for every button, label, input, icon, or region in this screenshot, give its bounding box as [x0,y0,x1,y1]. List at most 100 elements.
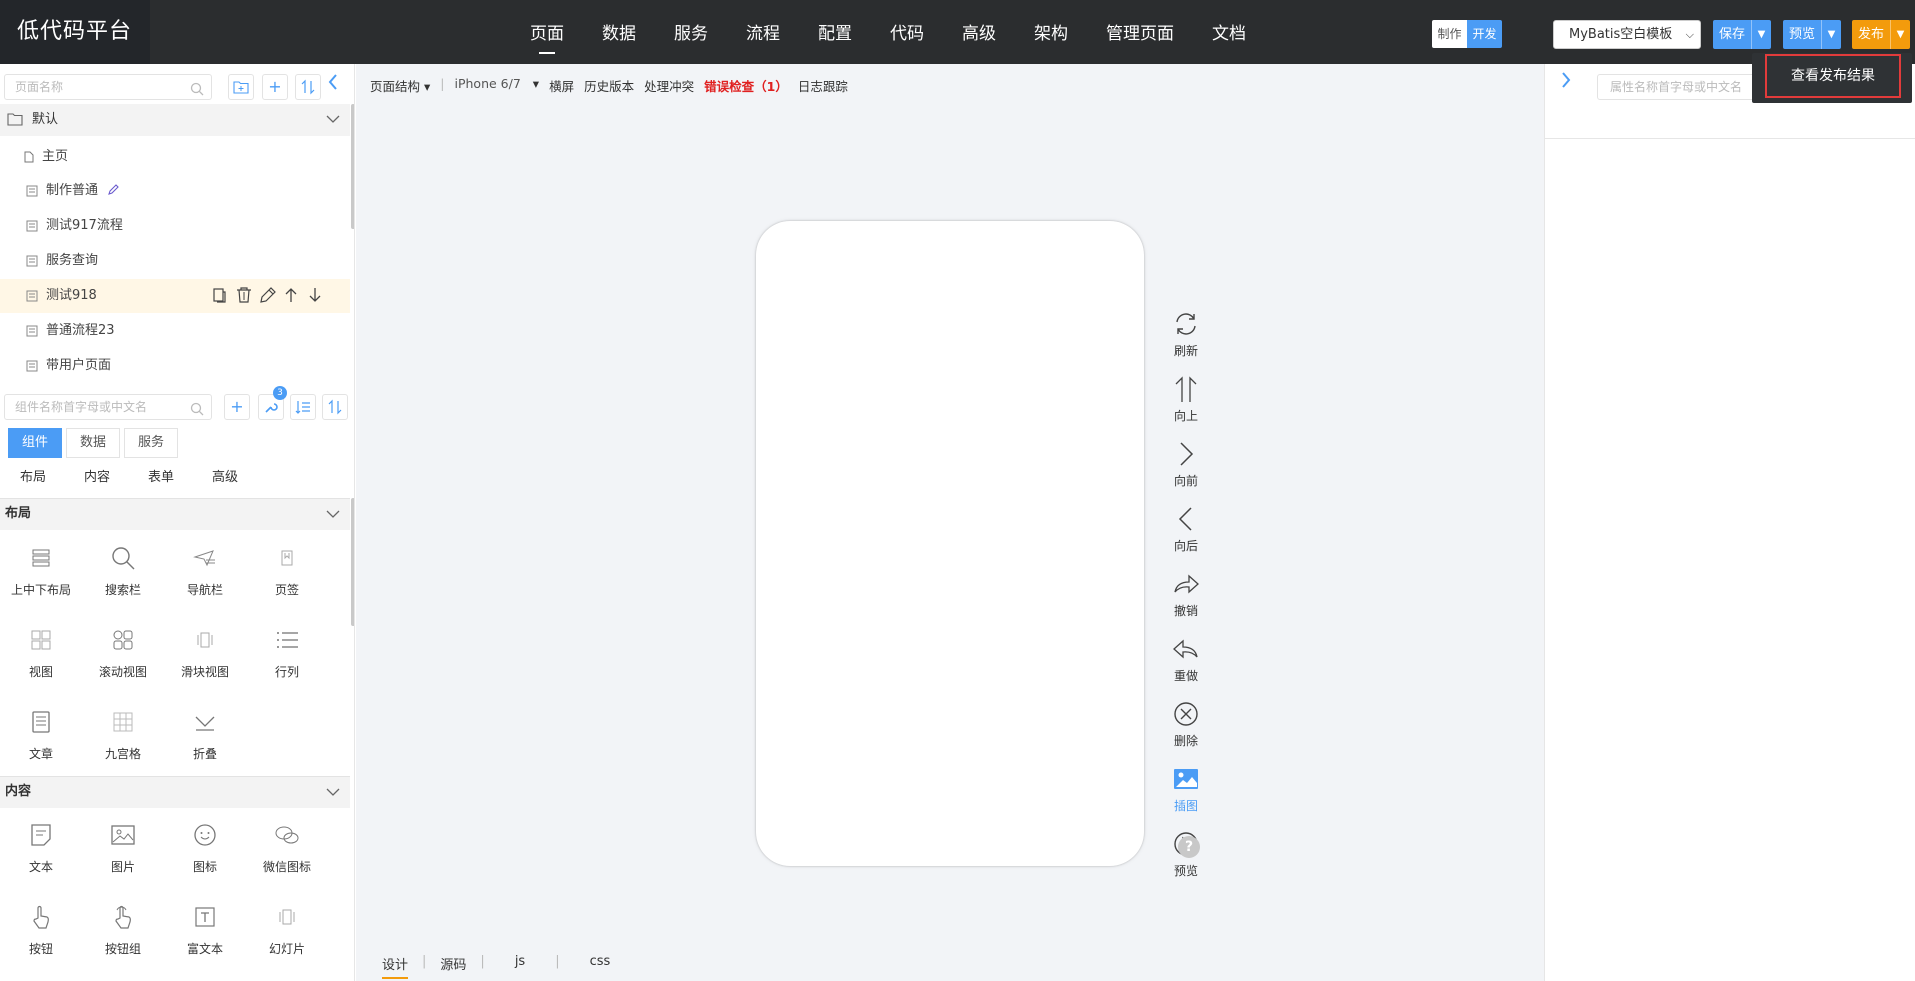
nav-item-page[interactable]: 页面 [530,0,564,64]
pencil-icon[interactable] [107,184,119,200]
history-button[interactable]: 历史版本 [584,76,634,95]
edit-icon[interactable] [259,287,283,305]
component-slider-view[interactable]: 滑块视图 [164,621,246,691]
component-fold[interactable]: 折叠 [164,703,246,773]
move-up-button[interactable]: 向上 [1164,375,1208,425]
component-wechat-icon[interactable]: 微信图标 [246,816,328,886]
preview-button[interactable]: 预览 [1783,20,1821,49]
page-structure-dropdown[interactable]: 页面结构 ▾ [370,76,430,95]
page-item[interactable]: 带用户页面 [0,349,350,383]
component-list-scrollbar[interactable] [351,498,354,626]
tab-services[interactable]: 服务 [124,428,179,458]
nav-item-admin-pages[interactable]: 管理页面 [1106,0,1174,64]
nav-item-data[interactable]: 数据 [602,0,636,64]
template-select[interactable]: MyBatis空白模板 ⌵ [1553,20,1701,49]
log-tracking-button[interactable]: 日志跟踪 [798,76,848,95]
component-button-group[interactable]: 按钮组 [82,898,164,968]
add-component-button[interactable]: + [224,394,250,420]
page-item[interactable]: 制作普通 [0,174,350,208]
list-order-button[interactable] [290,394,316,420]
caret-down-icon[interactable]: ▾ [533,76,539,95]
page-icon [26,360,38,376]
redo-button[interactable]: 重做 [1164,635,1208,685]
page-item[interactable]: 测试917流程 [0,209,350,243]
page-item-home[interactable]: 主页 [0,140,350,174]
save-button[interactable]: 保存 [1713,20,1751,49]
tab-js[interactable]: js [515,954,525,979]
component-rich-text[interactable]: 富文本 [164,898,246,968]
component-icon[interactable]: 图标 [164,816,246,886]
insert-image-button[interactable]: 插图 [1164,765,1208,815]
nav-item-architecture[interactable]: 架构 [1034,0,1068,64]
wrench-button[interactable]: 3 [258,386,287,420]
component-article[interactable]: 文章 [0,703,82,773]
component-rows[interactable]: 行列 [246,621,328,691]
delete-button[interactable]: 删除 [1164,700,1208,750]
tab-css[interactable]: css [590,954,611,979]
device-select[interactable]: iPhone 6/7 [455,76,521,95]
copy-icon[interactable] [211,287,235,305]
view-publish-result-item[interactable]: 查看发布结果 [1765,54,1901,98]
landscape-button[interactable]: 横屏 [549,76,574,95]
add-folder-button[interactable] [228,74,254,100]
undo-button[interactable]: 撤销 [1164,570,1208,620]
expand-right-panel-icon[interactable] [1561,72,1571,93]
move-up-icon[interactable] [283,287,307,305]
chevron-down-icon: ⌵ [1685,28,1694,41]
nav-item-advanced[interactable]: 高级 [962,0,996,64]
phone-preview-frame[interactable] [756,221,1144,866]
move-down-icon[interactable] [307,287,331,305]
nav-item-service[interactable]: 服务 [674,0,708,64]
mode-dev-button[interactable]: 开发 [1467,20,1502,48]
subtab-advanced[interactable]: 高级 [212,466,238,485]
publish-dropdown-caret-icon[interactable]: ▼ [1890,20,1910,49]
tab-data[interactable]: 数据 [66,428,121,458]
tab-components[interactable]: 组件 [8,428,63,458]
component-navbar[interactable]: 导航栏 [164,539,246,609]
page-item[interactable]: 服务查询 [0,244,350,278]
component-tabs[interactable]: 页签 [246,539,328,609]
tab-source[interactable]: 源码 [440,954,466,979]
preview-dropdown-caret-icon[interactable]: ▼ [1821,20,1841,49]
section-content-header[interactable]: 内容 [0,776,350,808]
subtab-form[interactable]: 表单 [148,466,174,485]
page-group-default[interactable]: 默认 [0,104,350,136]
component-button[interactable]: 按钮 [0,898,82,968]
page-item-label: 普通流程23 [46,323,115,338]
component-nine-grid[interactable]: 九宫格 [82,703,164,773]
component-view[interactable]: 视图 [0,621,82,691]
help-icon[interactable]: ? [1178,836,1200,858]
save-dropdown-caret-icon[interactable]: ▼ [1751,20,1771,49]
nav-item-docs[interactable]: 文档 [1212,0,1246,64]
tab-design[interactable]: 设计 [382,954,409,979]
component-scroll-view[interactable]: 滚动视图 [82,621,164,691]
subtab-content[interactable]: 内容 [84,466,110,485]
component-layers[interactable]: 上中下布局 [0,539,82,609]
back-button[interactable]: 向后 [1164,505,1208,555]
component-text[interactable]: 文本 [0,816,82,886]
resolve-conflict-button[interactable]: 处理冲突 [644,76,694,95]
component-slides[interactable]: 幻灯片 [246,898,328,968]
nav-item-config[interactable]: 配置 [818,0,852,64]
mode-make-button[interactable]: 制作 [1432,20,1467,48]
page-item-selected[interactable]: 测试918 [0,279,350,313]
collapse-left-panel-icon[interactable] [328,74,338,95]
trash-icon[interactable] [235,287,259,305]
error-check-button[interactable]: 错误检查（1） [704,76,788,95]
page-search-input[interactable]: 页面名称 [4,74,212,100]
component-search-input[interactable]: 组件名称首字母或中文名 [4,394,212,420]
subtab-layout[interactable]: 布局 [20,466,46,485]
nav-item-flow[interactable]: 流程 [746,0,780,64]
component-image[interactable]: 图片 [82,816,164,886]
page-item[interactable]: 普通流程23 [0,314,350,348]
component-searchbar[interactable]: 搜索栏 [82,539,164,609]
page-list-scrollbar[interactable] [351,104,354,229]
publish-button[interactable]: 发布 [1852,20,1890,49]
sort-components-button[interactable] [322,394,348,420]
forward-button[interactable]: 向前 [1164,440,1208,490]
sort-pages-button[interactable] [295,74,321,100]
nav-item-code[interactable]: 代码 [890,0,924,64]
add-page-button[interactable]: + [262,74,288,100]
section-layout-header[interactable]: 布局 [0,498,350,530]
refresh-button[interactable]: 刷新 [1164,310,1208,360]
